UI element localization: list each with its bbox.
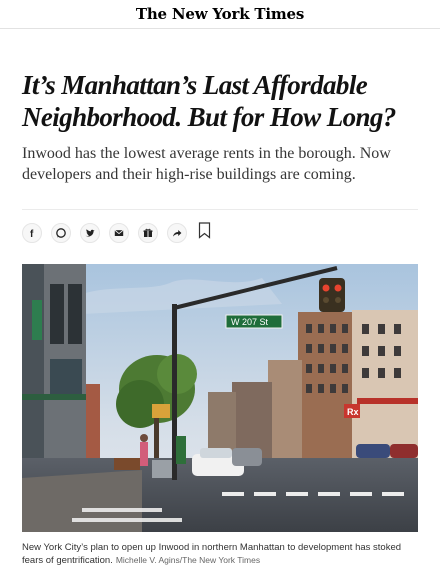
- whatsapp-icon: [56, 228, 66, 238]
- twitter-share-button[interactable]: [80, 223, 100, 243]
- photo-caption: New York City’s plan to open up Inwood i…: [22, 541, 418, 567]
- article-summary: Inwood has the lowest average rents in t…: [22, 145, 391, 183]
- lead-photo: Rx W 207 St: [22, 264, 418, 532]
- street-scene-image: Rx W 207 St: [22, 264, 418, 532]
- bookmark-icon: [198, 222, 211, 239]
- whatsapp-share-button[interactable]: [51, 223, 71, 243]
- save-article-button[interactable]: [198, 222, 211, 244]
- facebook-share-button[interactable]: f: [22, 223, 42, 243]
- gift-article-button[interactable]: [138, 223, 158, 243]
- sidewalk: [22, 470, 142, 532]
- article: It’s Manhattan’s Last Affordable Neighbo…: [0, 69, 440, 567]
- nyt-logo[interactable]: The New York Times: [136, 5, 304, 23]
- masthead: The New York Times: [0, 0, 440, 29]
- gift-icon: [143, 228, 153, 237]
- svg-text:f: f: [30, 229, 34, 239]
- facebook-icon: f: [30, 229, 34, 239]
- twitter-icon: [85, 229, 95, 237]
- share-icon: [173, 230, 182, 237]
- headline: It’s Manhattan’s Last Affordable Neighbo…: [22, 70, 396, 132]
- svg-text:Rx: Rx: [347, 407, 359, 417]
- svg-text:W 207 St: W 207 St: [231, 317, 269, 327]
- email-share-button[interactable]: [109, 223, 129, 243]
- share-toolbar: f: [22, 209, 418, 256]
- email-icon: [114, 229, 124, 236]
- street-sign: W 207 St: [225, 314, 283, 329]
- more-share-button[interactable]: [167, 223, 187, 243]
- photo-credit: Michelle V. Agins/The New York Times: [115, 555, 261, 565]
